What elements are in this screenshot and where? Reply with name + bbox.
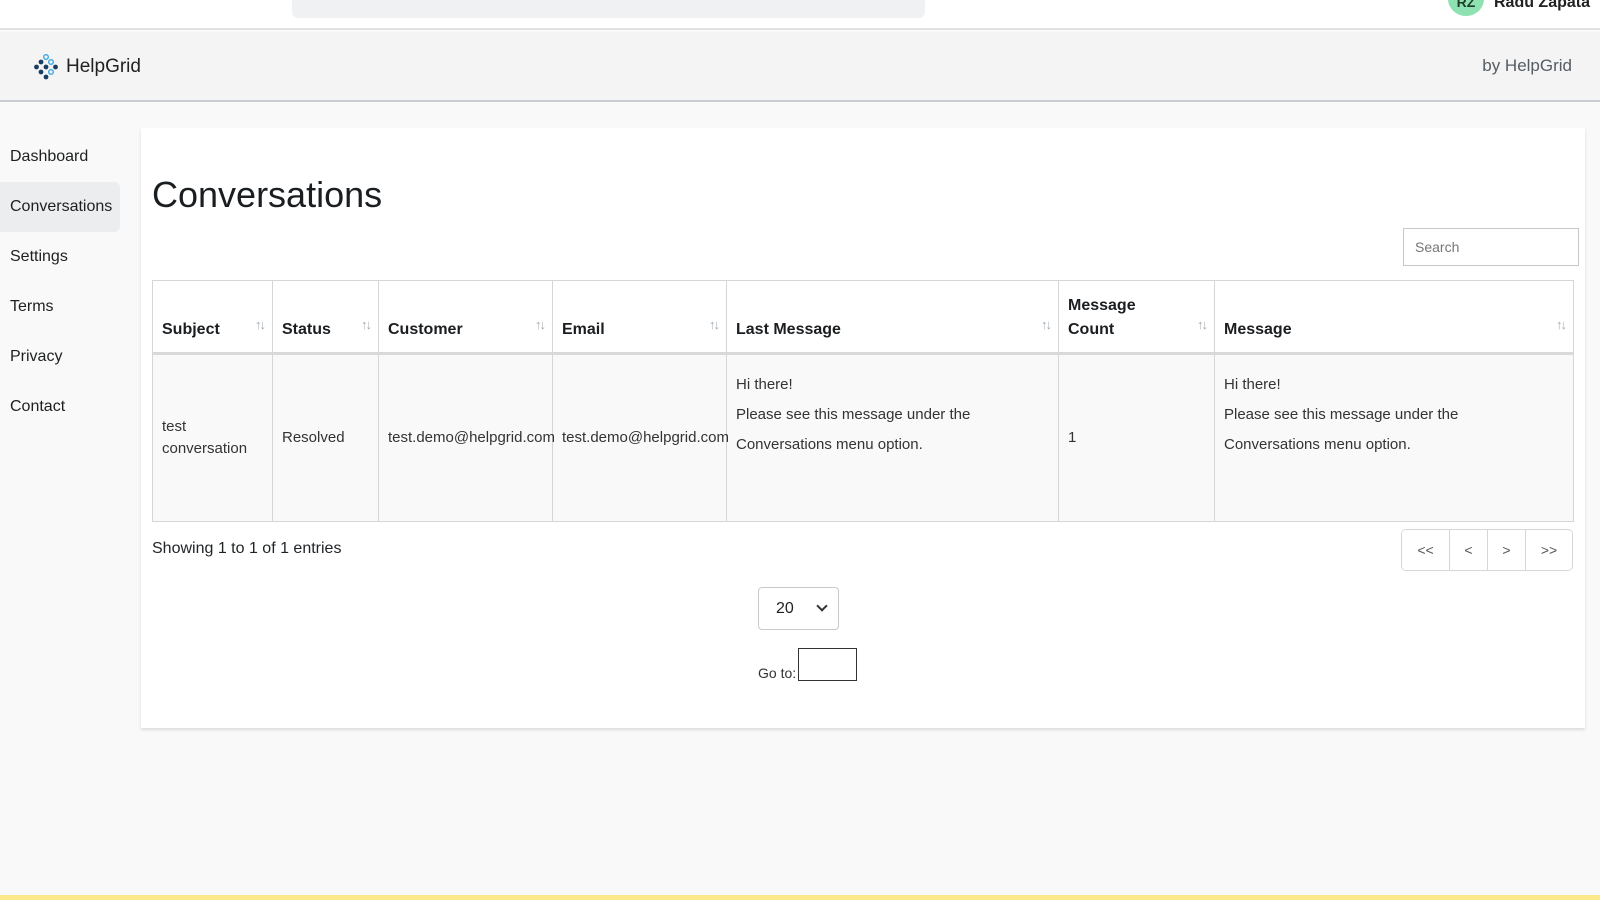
dot-grid-logo-icon — [34, 54, 58, 80]
global-search-input[interactable]: Search — [292, 0, 925, 18]
top-app-bar: Search RZ Radu Zapata — [0, 0, 1600, 30]
column-header-subject[interactable]: Subject ↑↓ — [152, 280, 273, 355]
cell-customer: test.demo@helpgrid.com — [378, 353, 555, 522]
cell-email: test.demo@helpgrid.com — [552, 353, 729, 522]
cell-message-count: 1 — [1058, 353, 1215, 522]
goto-page: Go to: — [758, 648, 858, 681]
cell-last-message: Hi there! Please see this message under … — [726, 353, 1059, 522]
cell-subject: test conversation — [152, 353, 273, 522]
first-page-button[interactable]: << — [1402, 530, 1449, 570]
table-header-row: Subject ↑↓ Status ↑↓ Customer ↑↓ Email ↑↓ La… — [152, 280, 1574, 355]
brand-logo-link[interactable]: HelpGrid — [34, 54, 141, 80]
column-label: Email — [562, 321, 605, 338]
page-size-value: 20 — [776, 599, 794, 617]
sidebar-item-conversations[interactable]: Conversations — [0, 182, 120, 232]
sidebar-item-terms[interactable]: Terms — [0, 282, 120, 332]
column-header-status[interactable]: Status ↑↓ — [272, 280, 379, 355]
last-page-button[interactable]: >> — [1525, 530, 1572, 570]
column-header-message-count[interactable]: Message Count ↑↓ — [1058, 280, 1215, 355]
pagination: << < > >> — [1401, 529, 1573, 571]
sidebar-item-settings[interactable]: Settings — [0, 232, 120, 282]
table-row[interactable]: test conversation Resolved test.demo@hel… — [152, 353, 1574, 522]
last-message-line: Hi there! — [736, 376, 793, 393]
sort-icon[interactable]: ↑↓ — [361, 313, 372, 337]
page-title: Conversations — [152, 174, 383, 215]
cell-message: Hi there! Please see this message under … — [1214, 353, 1574, 522]
subject-text: test conversation — [162, 418, 248, 457]
sort-icon[interactable]: ↑↓ — [535, 313, 546, 337]
column-header-customer[interactable]: Customer ↑↓ — [378, 280, 553, 355]
last-message-line: Conversations menu option. — [736, 436, 923, 453]
prev-page-button[interactable]: < — [1449, 530, 1487, 570]
column-label: Status — [282, 321, 331, 338]
user-menu[interactable]: RZ Radu Zapata — [1447, 0, 1590, 16]
sort-icon[interactable]: ↑↓ — [709, 313, 720, 337]
by-helpgrid-label: by HelpGrid — [1482, 56, 1572, 75]
sidebar-item-contact[interactable]: Contact — [0, 382, 120, 432]
column-label: Subject — [162, 321, 220, 338]
sidebar-nav: Dashboard Conversations Settings Terms P… — [0, 132, 120, 432]
next-page-button[interactable]: > — [1487, 530, 1525, 570]
cell-status: Resolved — [272, 353, 379, 522]
search-icon — [310, 0, 324, 4]
column-label: Message — [1224, 321, 1292, 338]
conversations-card: Conversations Subject ↑↓ Status ↑↓ Custome… — [141, 128, 1585, 728]
page-size-select[interactable]: 20 — [758, 587, 839, 630]
avatar[interactable]: RZ — [1447, 0, 1484, 16]
chevron-down-icon — [816, 600, 828, 612]
column-header-email[interactable]: Email ↑↓ — [552, 280, 727, 355]
sort-icon[interactable]: ↑↓ — [1041, 313, 1052, 337]
column-label: Customer — [388, 321, 463, 338]
sort-icon[interactable]: ↑↓ — [1556, 313, 1567, 337]
last-message-line: Please see this message under the — [736, 406, 971, 423]
entries-info: Showing 1 to 1 of 1 entries — [152, 540, 342, 557]
column-header-message[interactable]: Message ↑↓ — [1214, 280, 1574, 355]
bottom-highlight-strip — [0, 895, 1600, 900]
sort-icon[interactable]: ↑↓ — [1197, 313, 1208, 337]
sort-icon[interactable]: ↑↓ — [255, 313, 266, 337]
brand-header: HelpGrid by HelpGrid — [0, 32, 1600, 102]
message-line: Hi there! — [1224, 376, 1281, 393]
user-name: Radu Zapata — [1493, 0, 1590, 11]
message-line: Please see this message under the — [1224, 406, 1459, 423]
goto-label: Go to: — [758, 665, 797, 681]
column-header-last-message[interactable]: Last Message ↑↓ — [726, 280, 1059, 355]
goto-page-input[interactable] — [798, 648, 858, 681]
message-line: Conversations menu option. — [1224, 436, 1411, 453]
table-search-input[interactable] — [1403, 228, 1579, 266]
conversations-table: Subject ↑↓ Status ↑↓ Customer ↑↓ Email ↑↓ La… — [152, 280, 1574, 522]
sidebar-item-dashboard[interactable]: Dashboard — [0, 132, 120, 182]
sidebar-item-privacy[interactable]: Privacy — [0, 332, 120, 382]
brand-name: HelpGrid — [66, 56, 141, 77]
column-label: Message Count — [1068, 297, 1136, 338]
column-label: Last Message — [736, 321, 841, 338]
